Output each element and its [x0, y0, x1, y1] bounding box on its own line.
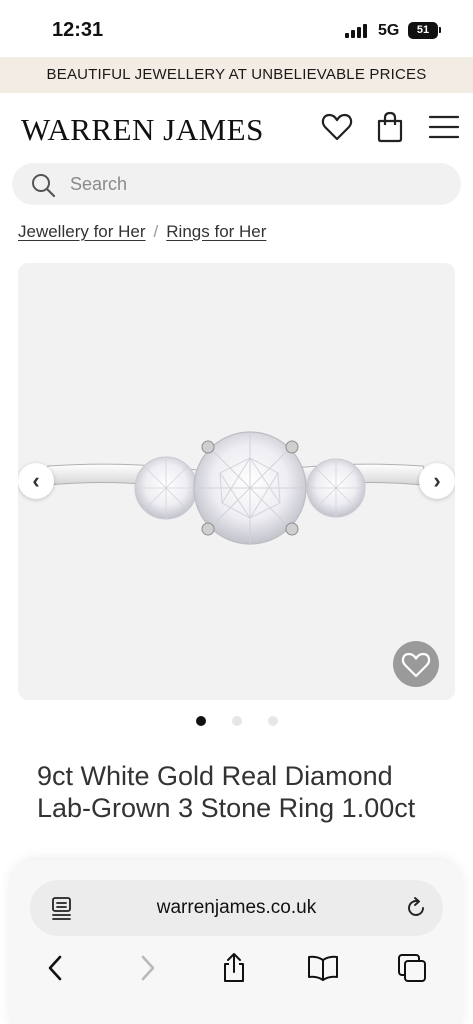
chevron-right-icon: › [433, 468, 441, 493]
breadcrumb-link-rings-for-her[interactable]: Rings for Her [166, 222, 266, 241]
battery-tip [439, 27, 441, 33]
battery-icon: 51 [408, 22, 438, 39]
address-bar[interactable]: warrenjames.co.uk [30, 880, 443, 936]
site-header: WARREN JAMES [0, 93, 473, 159]
back-icon[interactable] [40, 952, 72, 984]
product-gallery[interactable]: ‹ › [18, 263, 455, 700]
product-title: 9ct White Gold Real Diamond Lab-Grown 3 … [37, 761, 416, 823]
browser-toolbar: warrenjames.co.uk [10, 860, 463, 1024]
gallery-prev-button[interactable]: ‹ [18, 463, 54, 499]
logo[interactable]: WARREN JAMES [21, 112, 264, 148]
gallery-pagination [0, 713, 473, 731]
status-bar: 12:31 5G 51 [0, 0, 473, 56]
reader-icon[interactable] [48, 894, 76, 922]
gallery-next-button[interactable]: › [419, 463, 455, 499]
add-to-wishlist-button[interactable] [393, 641, 439, 687]
breadcrumb-link-jewellery-for-her[interactable]: Jewellery for Her [18, 222, 146, 241]
share-icon[interactable] [218, 952, 250, 984]
bookmarks-icon[interactable] [307, 952, 339, 984]
chevron-left-icon: ‹ [32, 468, 40, 493]
product-image [45, 431, 426, 545]
signal-icon [345, 24, 369, 38]
menu-icon[interactable] [426, 110, 460, 144]
gallery-dot[interactable] [195, 716, 206, 726]
url-text[interactable]: warrenjames.co.uk [90, 880, 383, 936]
breadcrumb: Jewellery for Her / Rings for Her [18, 222, 266, 242]
bag-icon[interactable] [373, 110, 407, 144]
heart-icon [401, 652, 431, 678]
network-label: 5G [378, 22, 400, 39]
promo-banner[interactable]: BEAUTIFUL JEWELLERY AT UNBELIEVABLE PRIC… [0, 57, 473, 93]
forward-icon[interactable] [131, 952, 163, 984]
gallery-dot[interactable] [267, 716, 278, 726]
reload-icon[interactable] [402, 894, 430, 922]
search-bar[interactable] [12, 163, 461, 205]
search-icon [30, 172, 56, 198]
heart-icon[interactable] [320, 110, 354, 144]
tabs-icon[interactable] [396, 952, 428, 984]
status-time: 12:31 [52, 19, 104, 41]
search-input[interactable] [70, 163, 440, 205]
breadcrumb-separator: / [153, 222, 159, 241]
gallery-dot[interactable] [231, 716, 242, 726]
